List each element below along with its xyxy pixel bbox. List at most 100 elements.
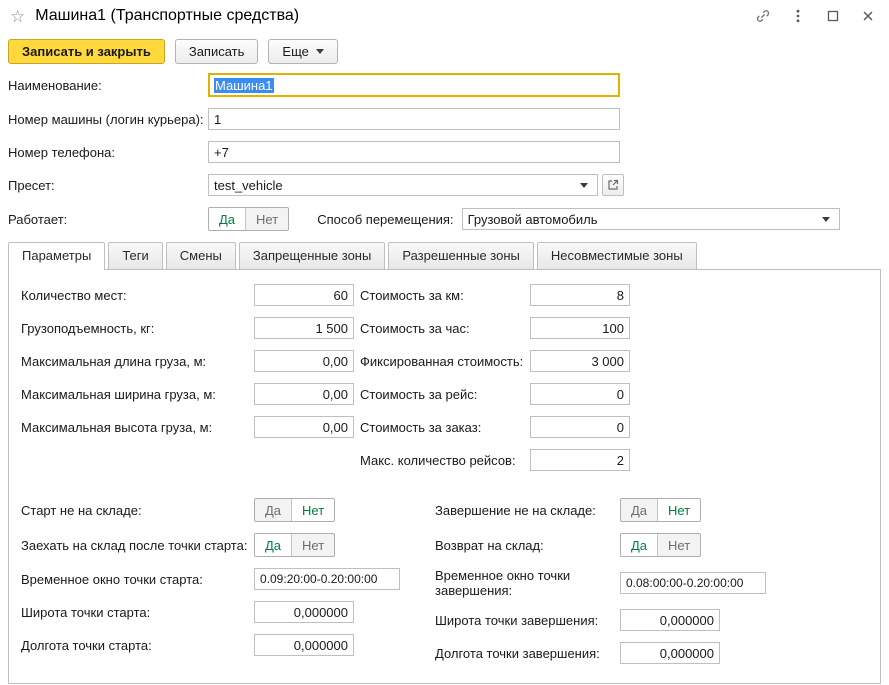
cost-km-input[interactable]: [530, 284, 630, 306]
visit-depot-after-start-no[interactable]: Нет: [291, 534, 334, 556]
maximize-icon[interactable]: [824, 7, 842, 25]
max-trips-input[interactable]: [530, 449, 630, 471]
works-toggle-no[interactable]: Нет: [245, 208, 288, 230]
tab-parameters[interactable]: Параметры: [8, 242, 105, 270]
finish-not-depot-yes[interactable]: Да: [621, 499, 657, 521]
cost-trip-input[interactable]: [530, 383, 630, 405]
start-lat-row: Широта точки старта:: [21, 601, 435, 623]
seats-label: Количество мест:: [21, 288, 254, 303]
max-width-label: Максимальная ширина груза, м:: [21, 387, 254, 402]
seats-row: Количество мест:: [21, 284, 360, 306]
fixed-cost-row: Фиксированная стоимость:: [360, 350, 630, 372]
works-row: Работает: Да Нет Способ перемещения: Гру…: [8, 207, 881, 231]
max-length-input[interactable]: [254, 350, 354, 372]
finish-lon-row: Долгота точки завершения:: [435, 642, 766, 664]
page-title: Машина1 (Транспортные средства): [35, 7, 299, 25]
finish-not-depot-row: Завершение не на складе: Да Нет: [435, 498, 766, 522]
login-input[interactable]: [208, 108, 620, 130]
tab-allowed-zones[interactable]: Разрешенные зоны: [388, 242, 534, 269]
fixed-cost-label: Фиксированная стоимость:: [360, 354, 530, 369]
return-to-depot-label: Возврат на склад:: [435, 538, 620, 553]
more-button[interactable]: Еще: [268, 39, 337, 64]
max-trips-row: Макс. количество рейсов:: [360, 449, 630, 471]
preset-row: Пресет: test_vehicle: [8, 174, 881, 196]
start-window-row: Временное окно точки старта:: [21, 568, 435, 590]
visit-depot-after-start-yes[interactable]: Да: [255, 534, 291, 556]
start-not-depot-row: Старт не на складе: Да Нет: [21, 498, 435, 522]
phone-label: Номер телефона:: [8, 145, 208, 160]
finish-lon-label: Долгота точки завершения:: [435, 646, 620, 661]
name-input[interactable]: Машина1: [208, 73, 620, 97]
favorite-star-icon[interactable]: ☆: [10, 8, 25, 25]
capacity-label: Грузоподъемность, кг:: [21, 321, 254, 336]
preset-combobox[interactable]: test_vehicle: [208, 174, 598, 196]
finish-lat-label: Широта точки завершения:: [435, 613, 620, 628]
tab-shifts[interactable]: Смены: [166, 242, 236, 269]
window-titlebar: ☆ Машина1 (Транспортные средства): [0, 0, 889, 32]
max-trips-label: Макс. количество рейсов:: [360, 453, 530, 468]
works-toggle[interactable]: Да Нет: [208, 207, 289, 231]
start-window-input[interactable]: [254, 568, 400, 590]
start-lon-label: Долгота точки старта:: [21, 638, 254, 653]
visit-depot-after-start-label: Заехать на склад после точки старта:: [21, 538, 254, 553]
preset-label: Пресет:: [8, 178, 208, 193]
max-width-input[interactable]: [254, 383, 354, 405]
link-icon[interactable]: [754, 7, 772, 25]
chevron-down-icon[interactable]: [818, 209, 834, 229]
visit-depot-after-start-toggle[interactable]: Да Нет: [254, 533, 335, 557]
name-value-selected: Машина1: [214, 78, 274, 93]
fixed-cost-input[interactable]: [530, 350, 630, 372]
start-lon-row: Долгота точки старта:: [21, 634, 435, 656]
start-not-depot-no[interactable]: Нет: [291, 499, 334, 521]
max-width-row: Максимальная ширина груза, м:: [21, 383, 360, 405]
close-icon[interactable]: [859, 7, 877, 25]
name-row: Наименование: Машина1: [8, 73, 881, 97]
cost-hour-input[interactable]: [530, 317, 630, 339]
finish-not-depot-no[interactable]: Нет: [657, 499, 700, 521]
cost-trip-row: Стоимость за рейс:: [360, 383, 630, 405]
finish-window-input[interactable]: [620, 572, 766, 594]
max-height-label: Максимальная высота груза, м:: [21, 420, 254, 435]
cost-hour-label: Стоимость за час:: [360, 321, 530, 336]
start-not-depot-yes[interactable]: Да: [255, 499, 291, 521]
cost-hour-row: Стоимость за час:: [360, 317, 630, 339]
preset-value: test_vehicle: [214, 178, 576, 193]
max-length-label: Максимальная длина груза, м:: [21, 354, 254, 369]
finish-column: Завершение не на складе: Да Нет Возврат …: [435, 498, 766, 675]
max-height-input[interactable]: [254, 416, 354, 438]
return-to-depot-yes[interactable]: Да: [621, 534, 657, 556]
start-lat-input[interactable]: [254, 601, 354, 623]
movement-combobox[interactable]: Грузовой автомобиль: [462, 208, 840, 230]
cost-order-input[interactable]: [530, 416, 630, 438]
finish-lat-input[interactable]: [620, 609, 720, 631]
capacity-input[interactable]: [254, 317, 354, 339]
chevron-down-icon[interactable]: [576, 175, 592, 195]
tab-tags[interactable]: Теги: [108, 242, 162, 269]
finish-not-depot-toggle[interactable]: Да Нет: [620, 498, 701, 522]
preset-open-button[interactable]: [602, 174, 624, 196]
tab-forbidden-zones[interactable]: Запрещенные зоны: [239, 242, 385, 269]
finish-window-label: Временное окно точки завершения:: [435, 568, 620, 598]
start-not-depot-toggle[interactable]: Да Нет: [254, 498, 335, 522]
movement-value: Грузовой автомобиль: [468, 212, 818, 227]
save-and-close-button[interactable]: Записать и закрыть: [8, 39, 165, 64]
tab-strip: Параметры Теги Смены Запрещенные зоны Ра…: [8, 242, 881, 269]
start-lon-input[interactable]: [254, 634, 354, 656]
works-toggle-yes[interactable]: Да: [209, 208, 245, 230]
tab-incompatible-zones[interactable]: Несовместимые зоны: [537, 242, 697, 269]
return-to-depot-toggle[interactable]: Да Нет: [620, 533, 701, 557]
login-row: Номер машины (логин курьера):: [8, 108, 881, 130]
params-left-column: Количество мест: Грузоподъемность, кг: М…: [21, 284, 360, 482]
parameters-panel: Количество мест: Грузоподъемность, кг: М…: [8, 269, 881, 684]
cost-order-row: Стоимость за заказ:: [360, 416, 630, 438]
cost-km-row: Стоимость за км:: [360, 284, 630, 306]
phone-input[interactable]: [208, 141, 620, 163]
movement-label: Способ перемещения:: [317, 212, 453, 227]
seats-input[interactable]: [254, 284, 354, 306]
finish-lon-input[interactable]: [620, 642, 720, 664]
return-to-depot-no[interactable]: Нет: [657, 534, 700, 556]
params-right-column: Стоимость за км: Стоимость за час: Фикси…: [360, 284, 630, 482]
save-button[interactable]: Записать: [175, 39, 259, 64]
kebab-menu-icon[interactable]: [789, 7, 807, 25]
login-label: Номер машины (логин курьера):: [8, 112, 208, 127]
